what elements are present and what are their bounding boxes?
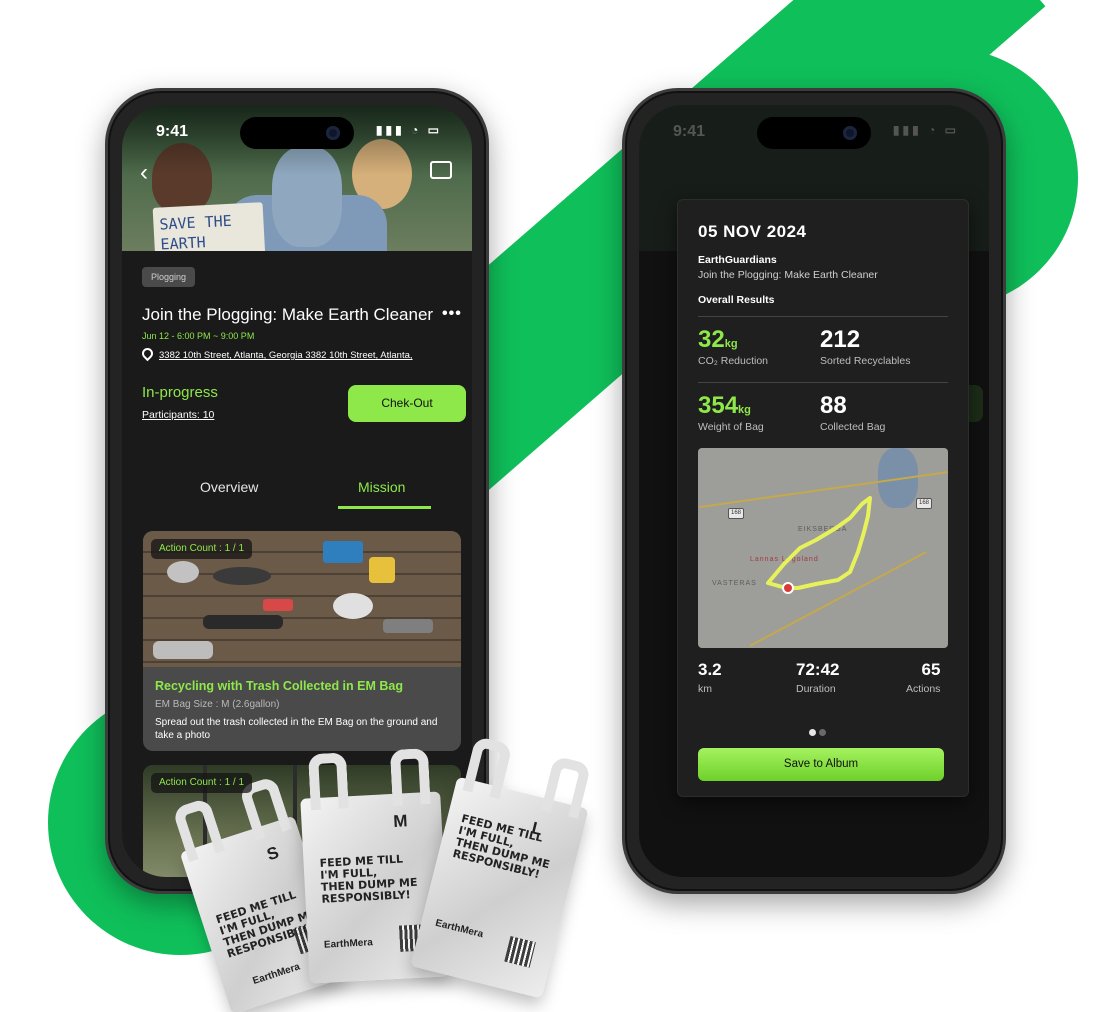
dynamic-island [757,117,871,149]
category-chip: Plogging [142,267,196,287]
stat-unit: kg [738,404,751,416]
status-icons: ▮▮▮ ◔ ▭ [892,123,959,137]
bag-slogan: FEED ME TILL I'M FULL, THEN DUMP ME RESP… [319,852,418,906]
summary-label: Duration [796,683,836,695]
event-title: Join the Plogging: Make Earth Cleaner [142,305,434,324]
divider [698,316,948,317]
chat-icon[interactable] [430,161,452,179]
mission-title: Recycling with Trash Collected in EM Bag [155,679,403,693]
results-section-title: Overall Results [698,294,775,306]
route-line [766,496,872,590]
stat-label: Collected Bag [820,421,886,433]
stat-bag-weight: 354kg Weight of Bag [698,392,764,433]
tab-overview[interactable]: Overview [200,479,258,495]
results-card: 05 NOV 2024 EarthGuardians Join the Plog… [677,199,969,797]
stat-label: Sorted Recyclables [820,355,911,367]
stat-unit: kg [724,338,738,350]
stat-value: 88 [820,392,847,419]
save-to-album-button[interactable]: Save to Album [698,748,944,781]
participants-link[interactable]: Participants: 10 [142,409,214,421]
summary-actions: 65 Actions [906,660,940,695]
hero-sign: SAVE THE EARTH [152,202,266,251]
event-datetime: Jun 12 - 6:00 PM ~ 9:00 PM [142,331,255,341]
bag-brand: EarthMera [434,917,485,941]
action-count-badge: Action Count : 1 / 1 [151,773,253,793]
stat-co2-reduction: 32kg CO₂ Reduction [698,326,768,367]
bag-brand: EarthMera [251,961,302,988]
status-bar: 9:41 ▮▮▮ ◔ ▭ [122,123,472,143]
location-pin-icon [139,345,156,362]
event-address[interactable]: 3382 10th Street, Atlanta, Georgia 3382 … [139,345,413,362]
summary-label: km [698,683,712,695]
stat-label: CO₂ Reduction [698,355,769,367]
summary-value: 65 [921,660,941,679]
qr-code-icon [504,936,536,968]
action-count-badge: Action Count : 1 / 1 [151,539,253,559]
route-path [766,496,872,594]
route-map[interactable]: 168 168 EIKSBERGA Lannas Legoland VASTER… [698,448,948,648]
mission-card[interactable]: Action Count : 1 / 1 Recycling with Tras… [143,531,461,751]
bag-size-label: S [264,842,282,865]
divider [698,382,948,383]
route-start-marker [782,582,794,594]
page-dot-active[interactable] [809,729,816,736]
more-options-icon[interactable]: ••• [442,305,462,323]
bag-size-label: M [392,811,409,831]
stat-value: 354 [698,392,739,419]
promo-canvas: SAVE THE EARTH 9:41 ▮▮▮ ◔ ▭ ‹ Plogging J… [0,0,1110,1012]
back-chevron-icon[interactable]: ‹ [140,159,148,187]
summary-distance: 3.2 km [698,660,722,695]
summary-duration: 72:42 Duration [796,660,839,695]
tab-active-indicator [338,506,431,509]
summary-value: 72:42 [796,660,840,679]
summary-label: Actions [906,683,941,695]
event-status: In-progress [142,384,218,401]
result-date: 05 NOV 2024 [698,222,807,241]
pagination-dots[interactable] [809,723,829,741]
mission-description: Spread out the trash collected in the EM… [155,717,438,741]
stat-value: 212 [820,326,861,353]
result-organization: EarthGuardians [698,254,777,266]
summary-value: 3.2 [698,660,722,679]
camera-icon [843,126,857,140]
status-time: 9:41 [156,123,189,140]
mission-bag-size: EM Bag Size : M (2.6gallon) [155,699,280,710]
stat-collected-bags: 88 Collected Bag [820,392,885,433]
result-event-title: Join the Plogging: Make Earth Cleaner [698,269,878,281]
stat-value: 32 [698,326,725,353]
phone-left: SAVE THE EARTH 9:41 ▮▮▮ ◔ ▭ ‹ Plogging J… [105,88,489,894]
stat-sorted-recyclables: 212 Sorted Recyclables [820,326,910,367]
event-address-text: 3382 10th Street, Atlanta, Georgia 3382 … [159,350,413,361]
checkout-button[interactable]: Chek-Out [348,385,466,422]
status-icons: ▮▮▮ ◔ ▭ [375,123,442,137]
tab-mission[interactable]: Mission [358,479,405,495]
status-time: 9:41 [673,123,706,140]
results-screen: 9:41 ▮▮▮ ◔ ▭ 05 NOV 2024 EarthGuardians … [639,105,989,877]
phone-right: 9:41 ▮▮▮ ◔ ▭ 05 NOV 2024 EarthGuardians … [622,88,1006,894]
bag-brand: EarthMera [323,937,374,951]
page-dot[interactable] [819,729,826,736]
stat-label: Weight of Bag [698,421,764,433]
